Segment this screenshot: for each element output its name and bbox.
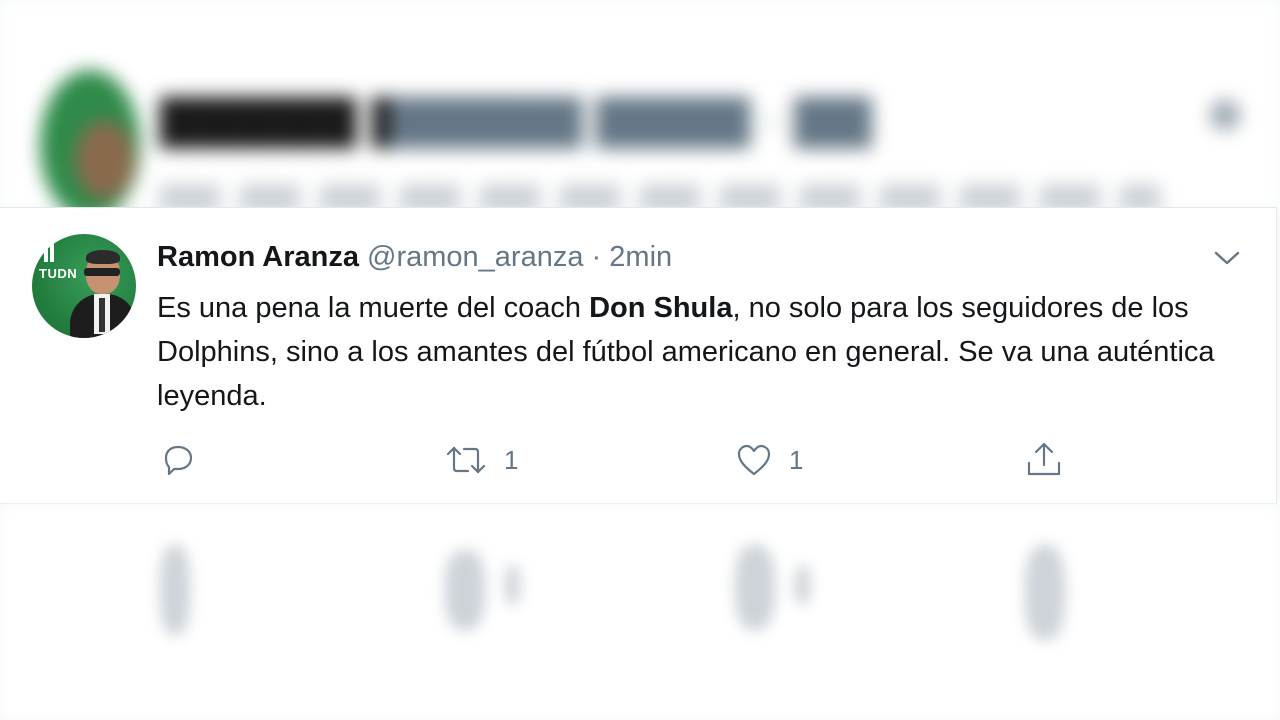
reply-icon bbox=[160, 442, 196, 478]
avatar-logo: TUDN bbox=[39, 266, 78, 281]
retweet-button[interactable]: 1 bbox=[444, 440, 518, 480]
share-icon bbox=[1025, 441, 1063, 479]
tweet-header: Ramon Aranza @ramon_aranza · 2min bbox=[157, 238, 672, 276]
blurred-previous-tweet: ▇▇▇▇▇ ▇▇▇▇ ▇▇▇▇▇ ▇▇▇▇ · ▇▇ bbox=[0, 0, 1280, 220]
author-name[interactable]: Ramon Aranza bbox=[157, 241, 359, 273]
blurred-chevron-icon bbox=[1210, 100, 1240, 130]
heart-icon bbox=[735, 442, 773, 478]
blurred-handle: ▇▇▇▇▇ ▇▇▇▇ · ▇▇ bbox=[390, 91, 872, 147]
tweet-timestamp[interactable]: 2min bbox=[609, 241, 672, 273]
tweet-card[interactable]: TUDN Ramon Aranza @ramon_aranza · 2min E… bbox=[0, 207, 1277, 504]
avatar[interactable]: TUDN bbox=[32, 234, 136, 338]
reply-button[interactable] bbox=[160, 440, 196, 480]
like-count: 1 bbox=[789, 444, 804, 475]
chevron-down-icon[interactable] bbox=[1212, 248, 1242, 268]
tweet-actions: 1 1 bbox=[0, 440, 1276, 480]
tweet-timeline: ▇▇▇▇▇ ▇▇▇▇ ▇▇▇▇▇ ▇▇▇▇ · ▇▇ TUDN Ramon Ar… bbox=[0, 0, 1280, 720]
header-separator: · bbox=[591, 241, 602, 273]
tweet-text: Es una pena la muerte del coach Don Shul… bbox=[157, 286, 1257, 418]
author-handle[interactable]: @ramon_aranza bbox=[367, 241, 583, 273]
tweet-text-bold: Don Shula bbox=[589, 292, 733, 324]
tweet-text-part1: Es una pena la muerte del coach bbox=[157, 292, 590, 324]
retweet-count: 1 bbox=[504, 444, 519, 475]
like-button[interactable]: 1 bbox=[735, 440, 803, 480]
blurred-next-tweet bbox=[0, 505, 1280, 720]
share-button[interactable] bbox=[1025, 440, 1063, 480]
retweet-icon bbox=[444, 442, 488, 478]
